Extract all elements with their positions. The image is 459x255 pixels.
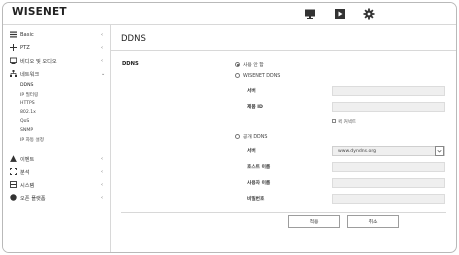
top-bar: WISENET: [3, 3, 456, 25]
product-id-label: 제품 ID: [247, 105, 263, 110]
chevron-down-icon: [435, 146, 444, 157]
sidebar-subitem-snmp[interactable]: SNMP: [20, 128, 33, 133]
wisenet-server-label: 서버: [247, 89, 256, 94]
public-server-value: www.dyndns.org: [338, 149, 377, 154]
video-audio-icon: [10, 57, 17, 64]
chevron-left-icon: ‹: [101, 45, 103, 51]
quick-connect-option[interactable]: 퀵 커넥트: [332, 119, 356, 125]
option-disabled-label: 사용 안 함: [243, 63, 264, 68]
chevron-left-icon: ‹: [101, 182, 103, 188]
sidebar-item-label: Basic: [20, 32, 34, 38]
wisenet-server-input: [332, 86, 445, 96]
system-icon: [10, 181, 17, 188]
username-label: 사용자 이름: [247, 181, 271, 186]
sidebar-item-label: 시스템: [20, 183, 35, 189]
menu-icon: [10, 31, 17, 38]
public-server-label: 서버: [247, 149, 256, 154]
sidebar-item-video-audio[interactable]: 비디오 및 오디오 ‹: [3, 55, 111, 67]
chevron-left-icon: ‹: [101, 58, 103, 64]
sidebar-subitem-https[interactable]: HTTPS: [20, 101, 35, 106]
hostname-label: 호스트 이름: [247, 165, 271, 170]
sidebar-item-label: 분석: [20, 170, 30, 176]
option-wisenet-ddns[interactable]: WISENET DDNS: [235, 72, 281, 79]
chevron-left-icon: ‹: [101, 156, 103, 162]
quick-connect-checkbox[interactable]: [332, 119, 336, 123]
radio-public-ddns[interactable]: [235, 133, 240, 139]
product-id-input: [332, 102, 445, 112]
event-icon: [10, 155, 17, 162]
sidebar-item-label: PTZ: [20, 45, 30, 51]
option-public-ddns[interactable]: 공개 DDNS: [235, 133, 267, 140]
option-wisenet-ddns-label: WISENET DDNS: [243, 74, 281, 79]
chevron-down-icon: ⌄: [101, 71, 106, 77]
sidebar-subitem-auto-ip[interactable]: IP 자동 설정: [20, 137, 44, 143]
wisenet-logo: WISENET: [12, 6, 67, 18]
chevron-left-icon: ‹: [101, 32, 103, 38]
sidebar-item-open-platform[interactable]: 오픈 플랫폼 ‹: [3, 192, 111, 204]
quick-connect-label: 퀵 커넥트: [338, 120, 356, 125]
sidebar-item-ptz[interactable]: PTZ ‹: [3, 42, 111, 54]
radio-wisenet-ddns[interactable]: [235, 72, 240, 78]
sidebar-item-label: 비디오 및 오디오: [20, 59, 57, 65]
apply-button[interactable]: 적용: [288, 215, 340, 228]
app-window: WISENET Basic ‹ PTZ ‹ 비디오 및 오디오 ‹ 네트워크 ⌄…: [2, 2, 457, 253]
sidebar-subitem-ddns[interactable]: DDNS: [20, 83, 33, 88]
radio-disabled[interactable]: [235, 61, 240, 67]
chevron-left-icon: ‹: [101, 169, 103, 175]
sidebar-item-label: 이벤트: [20, 157, 35, 163]
username-input: [332, 178, 445, 188]
password-label: 비밀번호: [247, 197, 265, 202]
option-public-ddns-label: 공개 DDNS: [243, 135, 268, 140]
sidebar-subitem-qos[interactable]: QoS: [20, 119, 29, 124]
network-icon: [10, 70, 17, 77]
ddns-section-label: DDNS: [122, 61, 139, 67]
sidebar-item-label: 네트워크: [20, 72, 40, 78]
sidebar-item-system[interactable]: 시스템 ‹: [3, 179, 111, 191]
sidebar-item-network[interactable]: 네트워크 ⌄: [3, 68, 111, 80]
sidebar-item-event[interactable]: 이벤트 ‹: [3, 153, 111, 165]
analysis-icon: [10, 168, 17, 175]
open-platform-icon: [10, 194, 17, 201]
page-title: DDNS: [121, 34, 146, 44]
password-input: [332, 194, 445, 204]
sidebar-item-basic[interactable]: Basic ‹: [3, 29, 111, 41]
hostname-input: [332, 162, 445, 172]
sidebar: Basic ‹ PTZ ‹ 비디오 및 오디오 ‹ 네트워크 ⌄ DDNS IP…: [3, 25, 111, 252]
main-content: DDNS DDNS 사용 안 함 WISENET DDNS 서버 제품 ID 퀵…: [111, 25, 456, 252]
footer-divider: [121, 212, 446, 213]
ptz-icon: [10, 44, 17, 51]
playback-icon[interactable]: [334, 8, 346, 20]
sidebar-item-label: 오픈 플랫폼: [20, 196, 46, 202]
option-disabled[interactable]: 사용 안 함: [235, 61, 264, 68]
gear-icon[interactable]: [363, 8, 375, 20]
cancel-button[interactable]: 취소: [347, 215, 399, 228]
public-server-select: www.dyndns.org: [332, 146, 445, 157]
chevron-left-icon: ‹: [101, 195, 103, 201]
sidebar-subitem-8021x[interactable]: 802.1x: [20, 110, 36, 115]
title-divider: [111, 50, 456, 51]
sidebar-item-analysis[interactable]: 분석 ‹: [3, 166, 111, 178]
monitor-icon[interactable]: [304, 8, 316, 20]
sidebar-subitem-ip-filtering[interactable]: IP 필터링: [20, 92, 38, 98]
